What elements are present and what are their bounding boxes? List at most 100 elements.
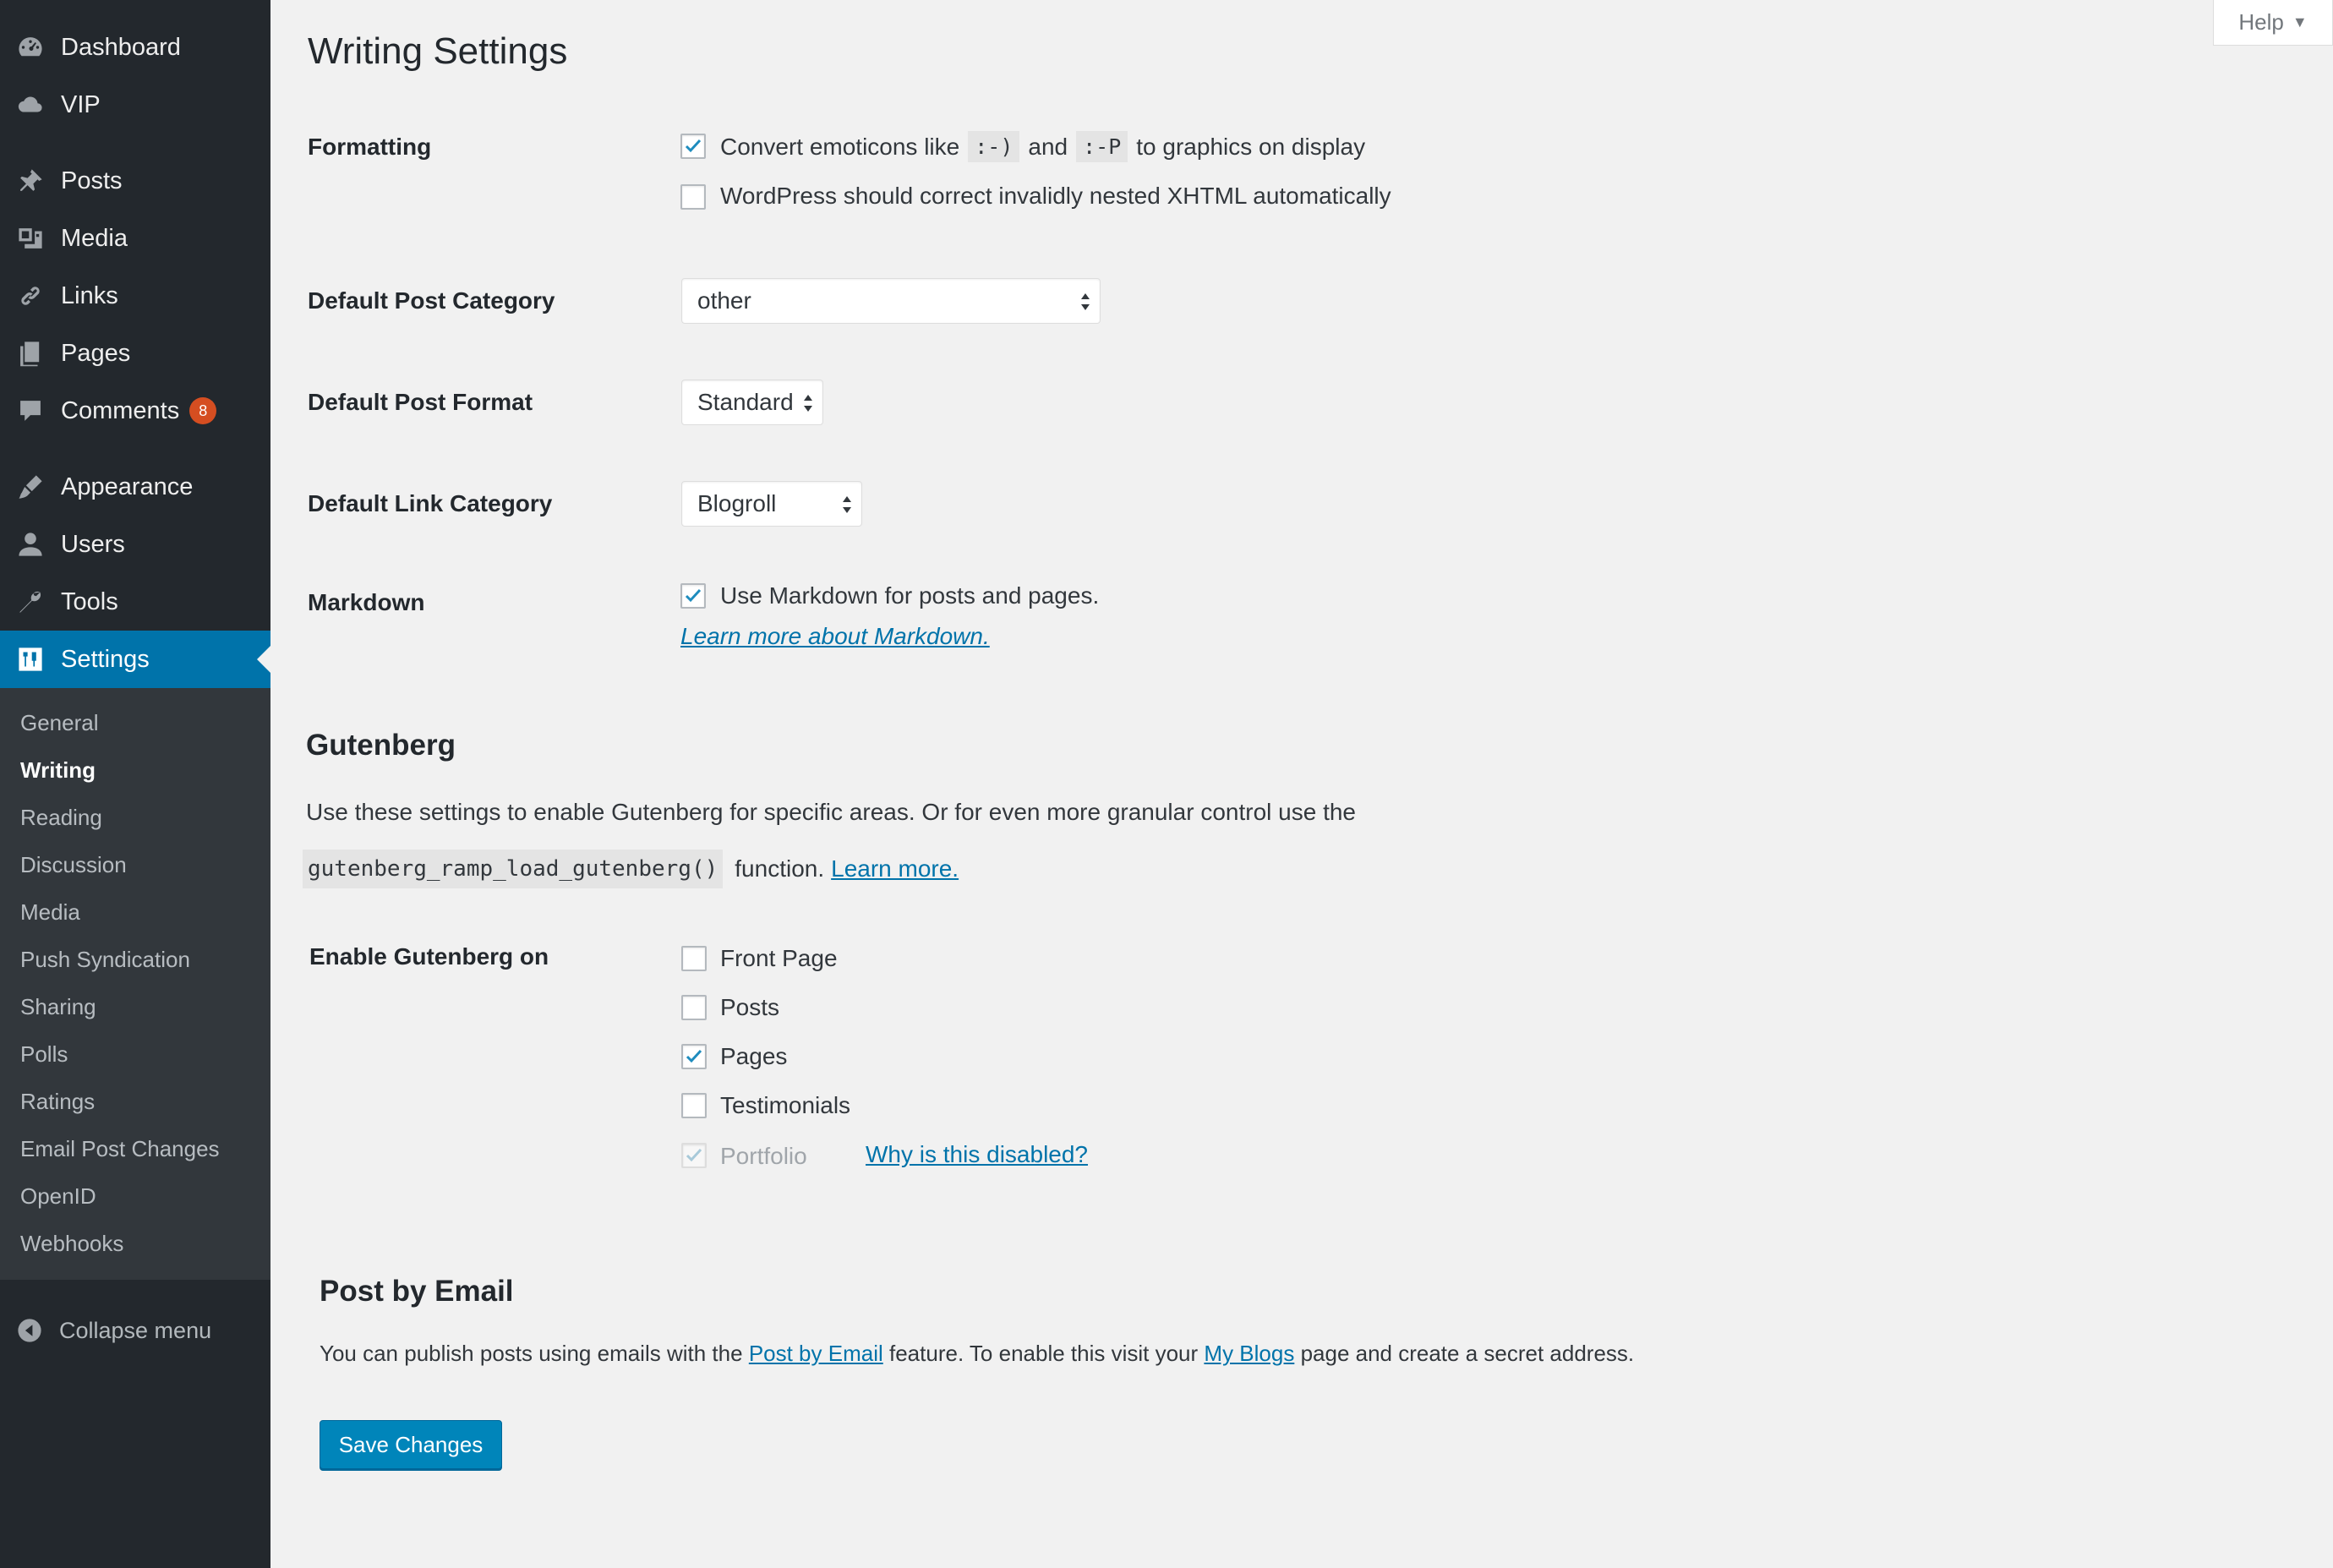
submenu-item-reading[interactable]: Reading	[20, 805, 102, 831]
gutenberg-testimonials-checkbox[interactable]	[681, 1093, 707, 1118]
emoticons-text-and: and	[1028, 133, 1068, 160]
select-value: other	[697, 287, 751, 314]
dashboard-icon	[15, 32, 46, 63]
post-by-email-title: Post by Email	[320, 1275, 514, 1308]
default-post-format-select[interactable]: Standard	[681, 380, 823, 425]
default-link-category-label: Default Link Category	[308, 490, 553, 516]
emoticons-text-before: Convert emoticons like	[720, 133, 960, 160]
save-changes-button[interactable]: Save Changes	[320, 1420, 502, 1469]
select-value: Standard	[697, 389, 794, 415]
select-arrows-icon	[804, 395, 812, 412]
help-label: Help	[2238, 9, 2284, 35]
post-by-email-text-1: You can publish posts using emails with …	[320, 1341, 743, 1366]
gutenberg-pages-checkbox[interactable]	[681, 1044, 707, 1069]
gutenberg-learn-more-link[interactable]: Learn more.	[831, 855, 959, 882]
submenu-item-openid[interactable]: OpenID	[20, 1183, 96, 1210]
emoticons-checkbox[interactable]	[680, 134, 706, 159]
sidebar-item-comments[interactable]: Comments 8	[0, 382, 270, 440]
settings-submenu: General Writing Reading Discussion Media…	[0, 688, 270, 1280]
post-by-email-text-3: page and create a secret address.	[1300, 1341, 1635, 1366]
why-disabled-link[interactable]: Why is this disabled?	[866, 1141, 1088, 1168]
sidebar-item-label: Pages	[61, 339, 131, 367]
enable-gutenberg-label: Enable Gutenberg on	[309, 943, 549, 970]
collapse-menu-label: Collapse menu	[59, 1317, 212, 1343]
admin-sidebar: Dashboard VIP Posts Media Links Pages Co…	[0, 0, 270, 1568]
default-post-format-label: Default Post Format	[308, 389, 533, 415]
sidebar-item-label: Dashboard	[61, 33, 181, 61]
emoticons-option-text: Convert emoticons like :-) and :-P to gr…	[720, 131, 1365, 162]
gutenberg-function-code: gutenberg_ramp_load_gutenberg()	[303, 850, 724, 888]
sidebar-item-media[interactable]: Media	[0, 210, 270, 267]
gutenberg-posts-checkbox[interactable]	[681, 995, 707, 1020]
sidebar-item-label: Settings	[61, 645, 150, 673]
sidebar-item-settings[interactable]: Settings	[0, 631, 270, 688]
post-by-email-description: You can publish posts using emails with …	[320, 1341, 1634, 1367]
emoticons-text-after: to graphics on display	[1136, 133, 1366, 160]
select-value: Blogroll	[697, 490, 777, 516]
submenu-item-writing[interactable]: Writing	[20, 757, 96, 784]
pin-icon	[15, 166, 46, 196]
sidebar-item-tools[interactable]: Tools	[0, 573, 270, 631]
checkmark-icon	[685, 588, 702, 603]
submenu-item-general[interactable]: General	[20, 710, 99, 736]
sidebar-item-label: VIP	[61, 90, 101, 118]
user-icon	[15, 529, 46, 560]
pages-icon	[15, 338, 46, 369]
link-icon	[15, 281, 46, 311]
markdown-label: Markdown	[308, 589, 425, 615]
gutenberg-testimonials-label: Testimonials	[720, 1092, 851, 1118]
post-by-email-link[interactable]: Post by Email	[749, 1341, 883, 1366]
default-link-category-select[interactable]: Blogroll	[681, 481, 862, 527]
help-tab-button[interactable]: Help ▼	[2213, 0, 2333, 46]
gutenberg-front-page-label: Front Page	[720, 945, 838, 971]
wrench-icon	[15, 587, 46, 617]
sidebar-item-label: Media	[61, 224, 128, 252]
submenu-item-webhooks[interactable]: Webhooks	[20, 1231, 123, 1257]
submenu-item-polls[interactable]: Polls	[20, 1041, 68, 1068]
brush-icon	[15, 472, 46, 502]
gutenberg-section-title: Gutenberg	[306, 729, 456, 762]
sidebar-item-label: Links	[61, 281, 118, 309]
gutenberg-front-page-checkbox[interactable]	[681, 946, 707, 971]
learn-more-markdown-link[interactable]: Learn more about Markdown.	[680, 623, 990, 650]
gutenberg-function-line: gutenberg_ramp_load_gutenberg() function…	[303, 850, 959, 888]
sidebar-item-posts[interactable]: Posts	[0, 152, 270, 210]
settings-icon	[15, 644, 46, 675]
gutenberg-pages-label: Pages	[720, 1043, 788, 1069]
submenu-item-sharing[interactable]: Sharing	[20, 994, 96, 1020]
collapse-arrow-icon	[15, 1316, 44, 1345]
sidebar-item-pages[interactable]: Pages	[0, 325, 270, 382]
xhtml-checkbox[interactable]	[680, 184, 706, 210]
sidebar-item-users[interactable]: Users	[0, 516, 270, 573]
caret-down-icon: ▼	[2292, 14, 2308, 30]
submenu-item-discussion[interactable]: Discussion	[20, 852, 127, 878]
select-arrows-icon	[843, 496, 851, 513]
formatting-label: Formatting	[308, 134, 432, 160]
gutenberg-description: Use these settings to enable Gutenberg f…	[306, 799, 1356, 825]
post-by-email-text-2: feature. To enable this visit your	[889, 1341, 1199, 1366]
cloud-icon	[15, 90, 46, 120]
submenu-item-ratings[interactable]: Ratings	[20, 1089, 95, 1115]
media-icon	[15, 223, 46, 254]
comments-count-badge: 8	[189, 397, 217, 424]
my-blogs-link[interactable]: My Blogs	[1204, 1341, 1294, 1366]
submenu-item-email-post-changes[interactable]: Email Post Changes	[20, 1136, 220, 1162]
gutenberg-posts-label: Posts	[720, 994, 780, 1020]
submenu-item-push-syndication[interactable]: Push Syndication	[20, 947, 190, 973]
xhtml-option-label: WordPress should correct invalidly neste…	[720, 183, 1391, 209]
submenu-item-media[interactable]: Media	[20, 899, 80, 926]
collapse-menu-button[interactable]: Collapse menu	[0, 1307, 270, 1354]
markdown-option-label: Use Markdown for posts and pages.	[720, 582, 1100, 609]
sidebar-item-dashboard[interactable]: Dashboard	[0, 19, 270, 76]
sidebar-item-links[interactable]: Links	[0, 267, 270, 325]
checkmark-icon	[686, 1148, 702, 1162]
checkmark-icon	[685, 139, 702, 153]
sidebar-item-label: Appearance	[61, 473, 194, 500]
page-title: Writing Settings	[308, 30, 568, 72]
sidebar-item-appearance[interactable]: Appearance	[0, 458, 270, 516]
default-post-category-select[interactable]: other	[681, 278, 1101, 324]
sidebar-item-vip[interactable]: VIP	[0, 76, 270, 134]
sidebar-item-label: Posts	[61, 167, 123, 194]
sidebar-item-label: Comments	[61, 396, 180, 424]
markdown-checkbox[interactable]	[680, 583, 706, 609]
